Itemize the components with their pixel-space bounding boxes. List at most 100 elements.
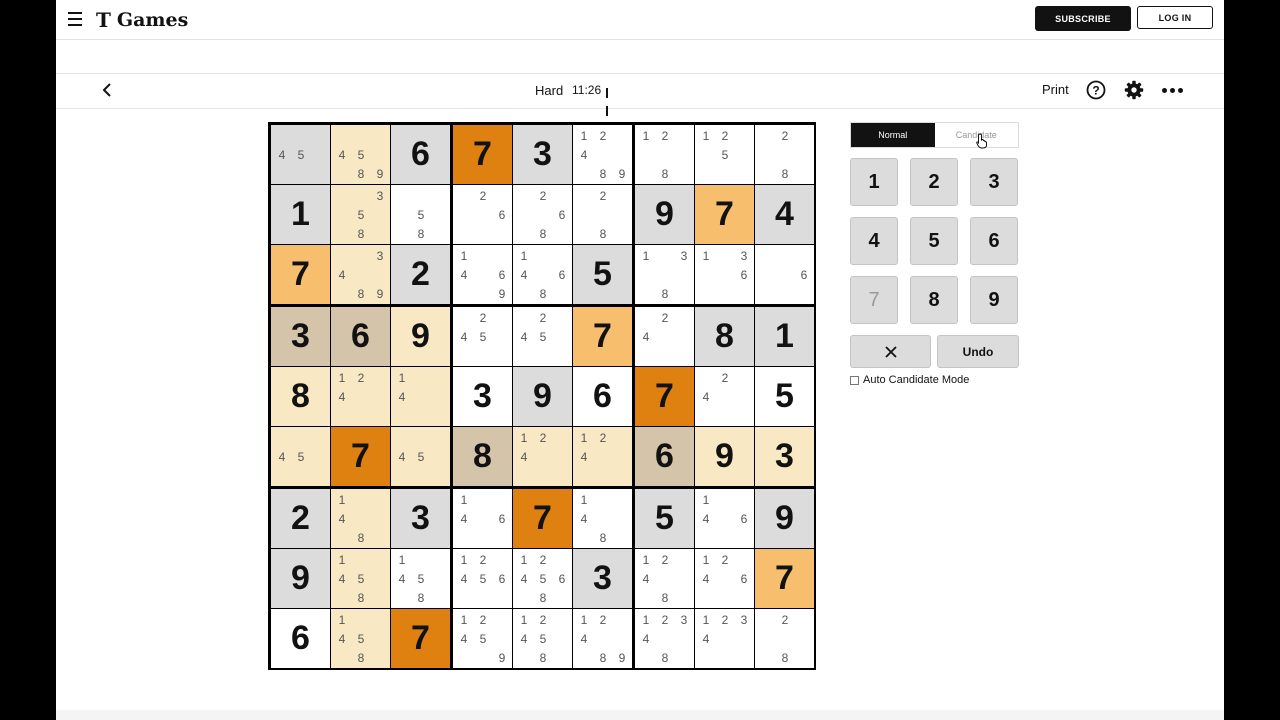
board-cell[interactable]: 6 xyxy=(755,245,814,304)
board-cell[interactable]: 26 xyxy=(453,185,512,244)
board-cell[interactable]: 7 xyxy=(391,609,450,668)
board-cell[interactable]: 6 xyxy=(331,307,390,366)
number-key-7[interactable]: 7 xyxy=(850,276,898,324)
board-cell[interactable]: 1 48 xyxy=(573,489,632,548)
board-cell[interactable]: 12456 xyxy=(453,549,512,608)
board-cell[interactable]: 5 xyxy=(573,245,632,304)
board-cell[interactable]: 1245 8 xyxy=(513,609,572,668)
board-cell[interactable]: 245 xyxy=(453,307,512,366)
board-cell[interactable]: 4 xyxy=(755,185,814,244)
board-cell[interactable]: 9 xyxy=(755,489,814,548)
board-cell[interactable]: 124 6 xyxy=(695,549,754,608)
board-cell[interactable]: 9 xyxy=(695,427,754,486)
board-cell[interactable]: 1 4 6 xyxy=(695,489,754,548)
board-cell[interactable]: 8 xyxy=(271,367,330,426)
board-cell[interactable]: 1 45 8 xyxy=(331,549,390,608)
board-cell[interactable]: 7 xyxy=(573,307,632,366)
board-cell[interactable]: 3 xyxy=(271,307,330,366)
number-key-6[interactable]: 6 xyxy=(970,217,1018,265)
board-cell[interactable]: 3 xyxy=(391,489,450,548)
board-cell[interactable]: 1 45 8 xyxy=(331,609,390,668)
number-key-4[interactable]: 4 xyxy=(850,217,898,265)
erase-button[interactable] xyxy=(850,335,931,368)
board-cell[interactable]: 9 xyxy=(635,185,694,244)
board-cell[interactable]: 1 4 68 xyxy=(513,245,572,304)
board-cell[interactable]: 45 xyxy=(391,427,450,486)
board-cell[interactable]: 58 xyxy=(391,185,450,244)
board-cell[interactable]: 6 xyxy=(271,609,330,668)
board-cell[interactable]: 45 xyxy=(271,125,330,184)
auto-candidate-checkbox[interactable] xyxy=(850,375,859,385)
board-cell[interactable]: 12 8 xyxy=(635,125,694,184)
auto-candidate-toggle[interactable]: Auto Candidate Mode xyxy=(850,374,969,386)
board-cell[interactable]: 12459 xyxy=(453,609,512,668)
more-options-icon[interactable] xyxy=(1162,88,1183,93)
board-cell[interactable]: 6 xyxy=(635,427,694,486)
board-cell[interactable]: 1 3 8 xyxy=(635,245,694,304)
board-cell[interactable]: 123 48 xyxy=(635,609,694,668)
undo-button[interactable]: Undo xyxy=(937,335,1019,368)
board-cell[interactable]: 1248 xyxy=(635,549,694,608)
board-cell[interactable]: 2 xyxy=(391,245,450,304)
board-cell[interactable]: 1 48 xyxy=(331,489,390,548)
board-cell[interactable]: 7 xyxy=(635,367,694,426)
board-cell[interactable]: 45 xyxy=(271,427,330,486)
board-cell[interactable]: 7 xyxy=(271,245,330,304)
number-key-5[interactable]: 5 xyxy=(910,217,958,265)
board-cell[interactable]: 8 xyxy=(453,427,512,486)
board-cell[interactable]: 124568 xyxy=(513,549,572,608)
board-cell[interactable]: 35 8 xyxy=(331,185,390,244)
pause-icon[interactable] xyxy=(606,85,612,116)
board-cell[interactable]: 5 xyxy=(635,489,694,548)
board-cell[interactable]: 1 4 6 xyxy=(453,489,512,548)
board-cell[interactable]: 12489 xyxy=(573,125,632,184)
board-cell[interactable]: 124 xyxy=(573,427,632,486)
board-cell[interactable]: 24 xyxy=(695,367,754,426)
help-icon[interactable]: ? xyxy=(1086,80,1106,100)
board-cell[interactable]: 7 xyxy=(513,489,572,548)
board-cell[interactable]: 1 4 6 9 xyxy=(453,245,512,304)
board-cell[interactable]: 2 xyxy=(271,489,330,548)
board-cell[interactable]: 3 489 xyxy=(331,245,390,304)
board-cell[interactable]: 28 xyxy=(755,125,814,184)
menu-icon[interactable] xyxy=(68,12,82,26)
board-cell[interactable]: 9 xyxy=(391,307,450,366)
board-cell[interactable]: 12 5 xyxy=(695,125,754,184)
board-cell[interactable]: 3 xyxy=(573,549,632,608)
board-cell[interactable]: 7 xyxy=(755,549,814,608)
board-cell[interactable]: 123 4 xyxy=(695,609,754,668)
board-cell[interactable]: 124 xyxy=(513,427,572,486)
board-cell[interactable]: 14 xyxy=(391,367,450,426)
board-cell[interactable]: 5 xyxy=(755,367,814,426)
number-key-9[interactable]: 9 xyxy=(970,276,1018,324)
board-cell[interactable]: 6 xyxy=(391,125,450,184)
board-cell[interactable]: 8 xyxy=(695,307,754,366)
board-cell[interactable]: 9 xyxy=(513,367,572,426)
board-cell[interactable]: 124 xyxy=(331,367,390,426)
login-button[interactable]: LOG IN xyxy=(1137,6,1213,29)
board-cell[interactable]: 1 45 8 xyxy=(391,549,450,608)
subscribe-button[interactable]: SUBSCRIBE xyxy=(1035,6,1131,31)
board-cell[interactable]: 28 xyxy=(755,609,814,668)
board-cell[interactable]: 1 xyxy=(271,185,330,244)
board-cell[interactable]: 3 xyxy=(513,125,572,184)
board-cell[interactable]: 7 xyxy=(695,185,754,244)
board-cell[interactable]: 1 xyxy=(755,307,814,366)
back-arrow-icon[interactable] xyxy=(100,82,116,98)
gear-icon[interactable] xyxy=(1124,80,1144,100)
print-button[interactable]: Print xyxy=(1042,82,1069,97)
number-key-1[interactable]: 1 xyxy=(850,158,898,206)
board-cell[interactable]: 45 89 xyxy=(331,125,390,184)
board-cell[interactable]: 268 xyxy=(513,185,572,244)
board-cell[interactable]: 28 xyxy=(573,185,632,244)
board-cell[interactable]: 12489 xyxy=(573,609,632,668)
games-logo[interactable]: T Games xyxy=(96,8,188,32)
number-key-2[interactable]: 2 xyxy=(910,158,958,206)
number-key-8[interactable]: 8 xyxy=(910,276,958,324)
board-cell[interactable]: 7 xyxy=(331,427,390,486)
board-cell[interactable]: 3 xyxy=(453,367,512,426)
board-cell[interactable]: 245 xyxy=(513,307,572,366)
board-cell[interactable]: 7 xyxy=(453,125,512,184)
board-cell[interactable]: 9 xyxy=(271,549,330,608)
board-cell[interactable]: 3 xyxy=(755,427,814,486)
